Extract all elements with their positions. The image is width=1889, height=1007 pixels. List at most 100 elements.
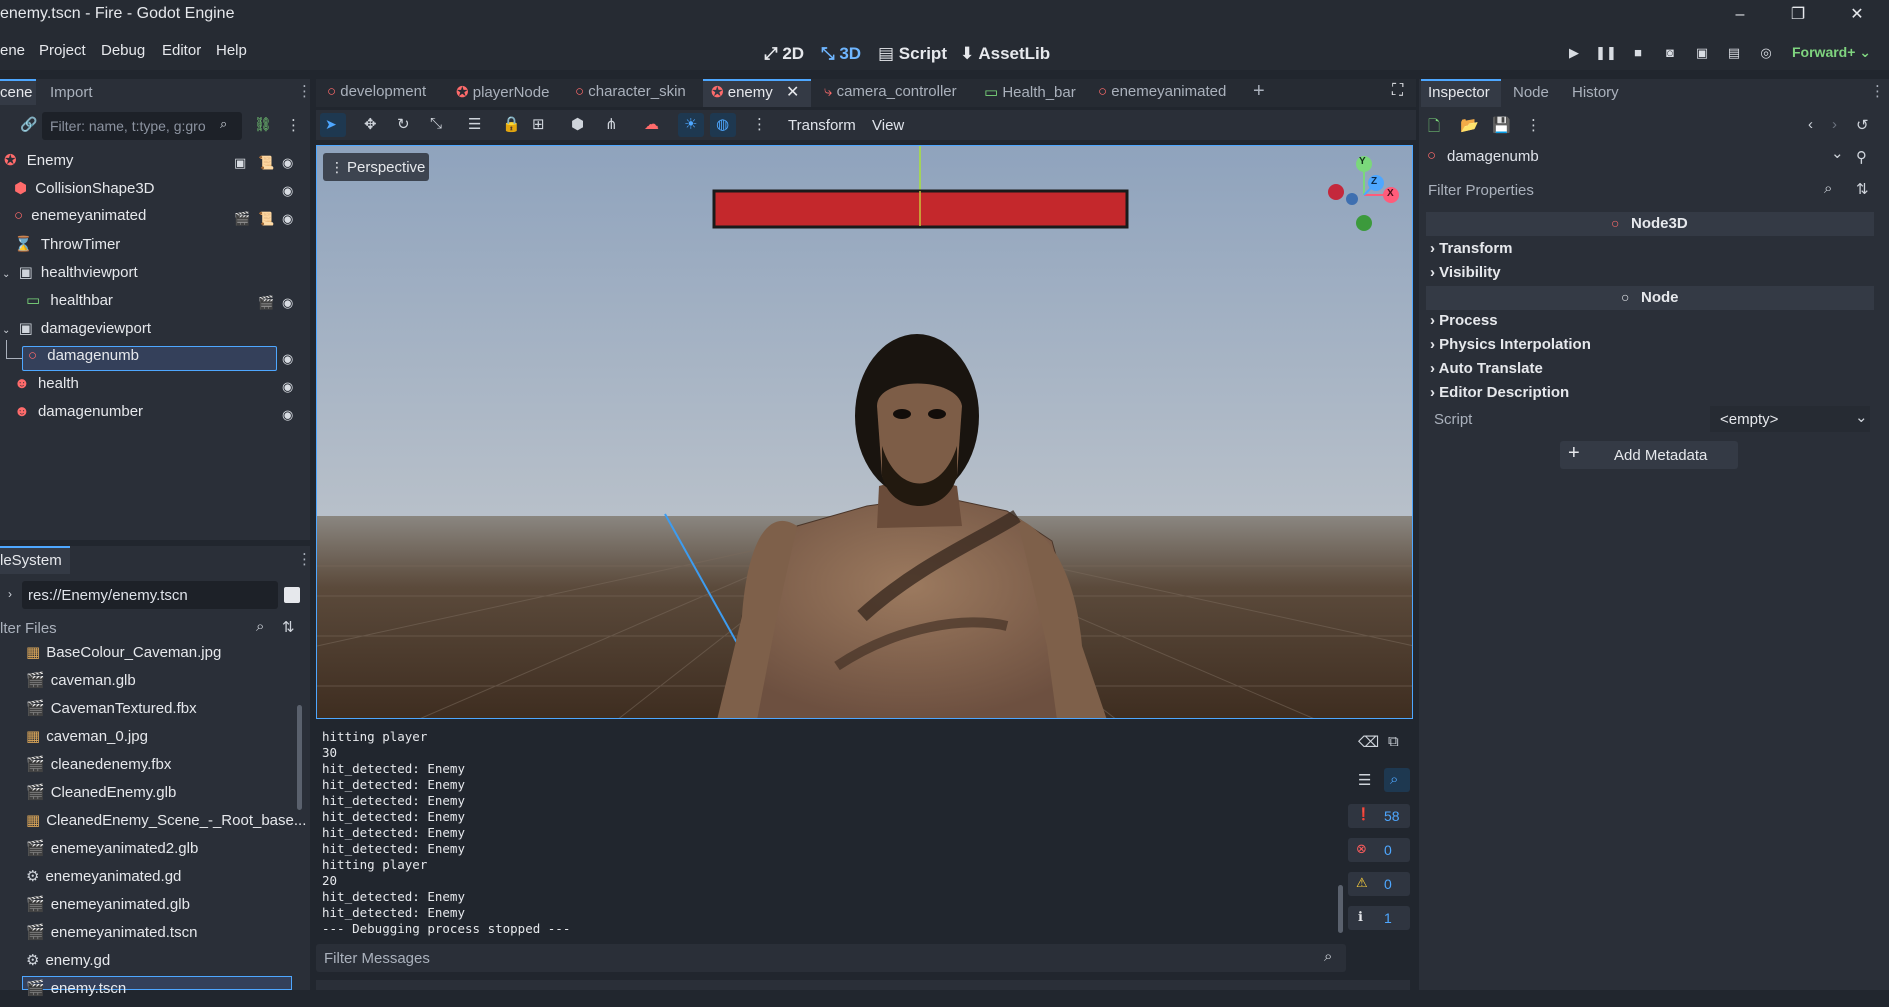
close-button[interactable]: ✕ xyxy=(1845,3,1869,27)
mode-3d-button[interactable]: ⤡ 3D xyxy=(821,44,861,64)
menu-project[interactable]: Project xyxy=(39,42,86,59)
mode-2d-button[interactable]: ⤢ 2D xyxy=(764,44,804,64)
visibility-eye-icon[interactable]: ◉ xyxy=(282,295,293,311)
scene-tab-development[interactable]: ○ development xyxy=(327,83,426,100)
move-tool-icon[interactable]: ✥ xyxy=(364,115,377,133)
menu-help[interactable]: Help xyxy=(216,42,247,59)
visibility-eye-icon[interactable]: ◉ xyxy=(282,211,293,227)
filter-errors-button[interactable]: ⊗ 0 xyxy=(1348,838,1410,862)
file-item[interactable]: 🎬 enemeyanimated.glb xyxy=(0,895,190,923)
filter-info-button[interactable]: ℹ 1 xyxy=(1348,906,1410,930)
clapper-icon[interactable]: 🎬 xyxy=(258,295,274,311)
section-transform[interactable]: › Transform xyxy=(1430,240,1513,257)
minimize-button[interactable]: – xyxy=(1728,3,1752,27)
fullscreen-icon[interactable]: ⛶ xyxy=(1392,82,1403,100)
filter-messages-button[interactable]: ❗ 58 xyxy=(1348,804,1410,828)
mode-script-button[interactable]: ▤ Script xyxy=(878,44,947,64)
history-forward-icon[interactable]: › xyxy=(1832,116,1837,133)
object-history-icon[interactable]: ↺ xyxy=(1856,116,1869,134)
collapse-arrow-icon[interactable]: ⌄ xyxy=(2,269,10,280)
file-item[interactable]: 🎬 enemeyanimated2.glb xyxy=(0,839,198,867)
local-space-icon[interactable]: ⬢ xyxy=(571,115,584,133)
filesystem-scrollbar[interactable] xyxy=(297,705,302,810)
rotate-tool-icon[interactable]: ↻ xyxy=(397,115,410,133)
more-options-icon[interactable]: ⋮ xyxy=(1526,116,1541,134)
tab-node[interactable]: Node xyxy=(1513,84,1549,101)
file-item[interactable]: 🎬 CavemanTextured.fbx xyxy=(0,699,197,727)
scene-tab-playernode[interactable]: ✪ playerNode xyxy=(456,83,549,101)
scene-tab-character-skin[interactable]: ○ character_skin xyxy=(575,83,686,100)
node-docs-icon[interactable]: ⚲ xyxy=(1856,148,1867,166)
scene-tab-enemeyanimated[interactable]: ○ enemeyanimated xyxy=(1098,83,1226,100)
property-options-icon[interactable]: ⇅ xyxy=(1856,180,1869,198)
collapse-icon[interactable]: ☰ xyxy=(1358,771,1371,789)
file-item[interactable]: 🎬 enemeyanimated.tscn xyxy=(0,923,197,951)
script-attached-icon[interactable]: 📜 xyxy=(258,155,274,171)
collapse-arrow-icon[interactable]: ⌄ xyxy=(2,325,10,336)
close-tab-icon[interactable]: ✕ xyxy=(786,82,799,102)
node-selector[interactable]: ○ damagenumb ⌄ xyxy=(1421,144,1851,170)
scene-options-icon[interactable]: ⋮ xyxy=(286,116,301,134)
add-tab-icon[interactable]: + xyxy=(1253,80,1265,103)
view-menu[interactable]: View xyxy=(872,117,904,134)
chevron-right-icon[interactable]: › xyxy=(8,587,12,601)
lock-icon[interactable]: 🔒 xyxy=(502,115,521,133)
section-physics-interpolation[interactable]: › Physics Interpolation xyxy=(1430,336,1591,353)
sun-icon[interactable]: ☀ xyxy=(684,115,697,133)
section-editor-description[interactable]: › Editor Description xyxy=(1430,384,1569,401)
tree-node-enemy[interactable]: ✪ Enemy xyxy=(0,151,73,179)
dock-menu-icon[interactable]: ⋮ xyxy=(1870,82,1885,100)
tree-node-damageviewport[interactable]: ⌄ ▣ damageviewport xyxy=(0,319,151,347)
new-resource-icon[interactable]: 🗋 xyxy=(1428,116,1440,141)
file-item[interactable]: ⚙ enemeyanimated.gd xyxy=(0,867,181,895)
group-icon[interactable]: ⊞ xyxy=(532,115,545,133)
mode-assetlib-button[interactable]: ⬇ AssetLib xyxy=(960,44,1050,64)
file-item[interactable]: ⚙ enemy.gd xyxy=(0,951,110,979)
renderer-select[interactable]: Forward+ ⌄ xyxy=(1792,44,1871,61)
globe-icon[interactable]: ◍ xyxy=(716,115,729,133)
scale-tool-icon[interactable]: ⤡ xyxy=(430,115,442,132)
viewport-3d[interactable] xyxy=(316,145,1413,719)
file-item[interactable]: ▦ BaseColour_Caveman.jpg xyxy=(0,643,221,671)
movie-maker-icon[interactable]: ◎ xyxy=(1753,44,1779,70)
tree-node-healthbar[interactable]: ▭ healthbar xyxy=(0,291,113,319)
tree-node-enemeyanimated[interactable]: ○ enemeyanimated xyxy=(0,207,146,235)
file-item[interactable]: 🎬 CleanedEnemy.glb xyxy=(0,783,176,811)
tree-node-healthviewport[interactable]: ⌄ ▣ healthviewport xyxy=(0,263,138,291)
remote-debug-icon[interactable]: ◙ xyxy=(1657,44,1683,70)
tree-node-health[interactable]: ☻ health xyxy=(0,375,79,403)
instance-scene-icon[interactable]: ⛓ xyxy=(254,116,272,133)
tab-import[interactable]: Import xyxy=(50,84,93,101)
snap-icon[interactable]: ⋔ xyxy=(605,115,618,133)
console-scrollbar[interactable] xyxy=(1338,885,1343,933)
link-icon[interactable]: 🔗 xyxy=(20,116,37,133)
filter-messages-input[interactable] xyxy=(316,944,1346,972)
script-attached-icon[interactable]: 📜 xyxy=(258,211,274,227)
dock-menu-icon[interactable]: ⋮ xyxy=(297,82,312,100)
visibility-eye-icon[interactable]: ◉ xyxy=(282,155,293,171)
visibility-eye-icon[interactable]: ◉ xyxy=(282,379,293,395)
open-folder-icon[interactable]: 📂 xyxy=(1460,116,1479,134)
split-mode-icon[interactable] xyxy=(284,587,300,603)
tree-node-collisionshape3d[interactable]: ⬢ CollisionShape3D xyxy=(0,179,155,207)
tree-node-damagenumber[interactable]: ☻ damagenumber xyxy=(0,403,143,431)
add-metadata-button[interactable]: + Add Metadata xyxy=(1560,441,1738,469)
files-filter-placeholder[interactable]: lter Files xyxy=(0,620,57,637)
more-options-icon[interactable]: ⋮ xyxy=(752,115,767,133)
particles-icon[interactable]: ☁ xyxy=(644,115,659,133)
play-icon[interactable]: ▶ xyxy=(1561,44,1587,70)
history-back-icon[interactable]: ‹ xyxy=(1808,116,1813,133)
view-gizmo[interactable]: Y Z X xyxy=(1326,155,1402,235)
chevron-down-icon[interactable]: ⌄ xyxy=(1855,408,1868,426)
section-visibility[interactable]: › Visibility xyxy=(1430,264,1501,281)
clapper-icon[interactable]: 🎬 xyxy=(234,211,250,227)
sort-icon[interactable]: ⇅ xyxy=(282,618,295,636)
visibility-eye-icon[interactable]: ◉ xyxy=(282,351,293,367)
select-tool-icon[interactable]: ➤ xyxy=(325,116,337,133)
file-item-selected[interactable]: 🎬 enemy.tscn xyxy=(0,979,126,1007)
section-process[interactable]: › Process xyxy=(1430,312,1498,329)
file-item[interactable]: ▦ caveman_0.jpg xyxy=(0,727,148,755)
clear-output-icon[interactable]: ⌫ xyxy=(1358,733,1379,751)
transform-menu[interactable]: Transform xyxy=(788,117,856,134)
scene-tab-camera-controller[interactable]: ⤷ camera_controller xyxy=(824,83,957,100)
